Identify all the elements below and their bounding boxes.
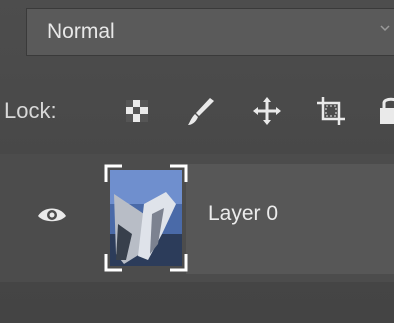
chevron-down-icon	[380, 25, 390, 32]
lock-transparent-pixels-icon[interactable]	[120, 94, 154, 128]
lock-artboard-icon[interactable]	[314, 94, 348, 128]
lock-all-icon[interactable]	[378, 94, 394, 128]
lock-row: Lock:	[0, 88, 394, 136]
layer-row[interactable]: Layer 0	[0, 154, 394, 282]
visibility-eye-icon[interactable]	[36, 204, 68, 226]
lock-image-pixels-icon[interactable]	[184, 94, 218, 128]
layer-name[interactable]: Layer 0	[208, 202, 278, 226]
lock-label: Lock:	[4, 98, 57, 123]
layers-panel: Normal Lock: Layer 0	[0, 0, 394, 323]
blend-mode-dropdown[interactable]: Normal	[26, 8, 394, 56]
layer-thumbnail[interactable]	[104, 164, 188, 272]
blend-mode-value: Normal	[47, 20, 115, 43]
lock-position-icon[interactable]	[250, 94, 284, 128]
